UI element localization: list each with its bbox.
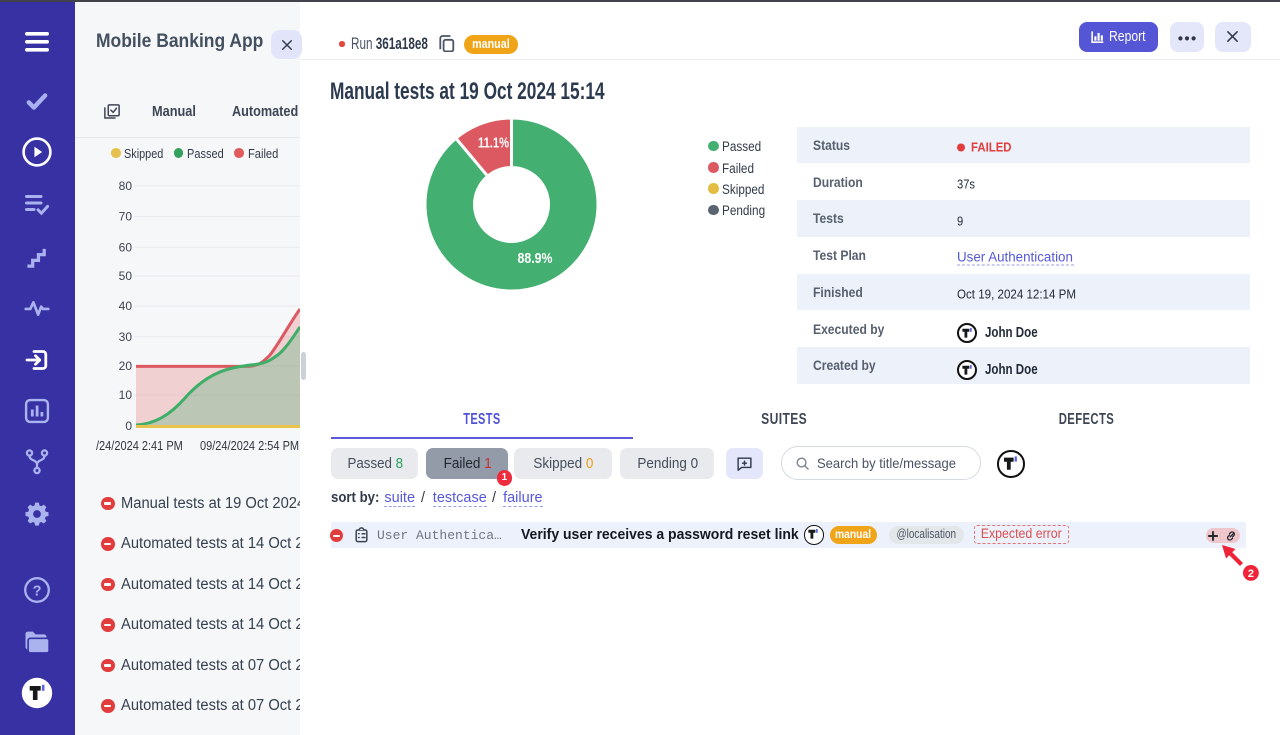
svg-text:88.9%: 88.9% bbox=[518, 250, 553, 267]
svg-text:80: 80 bbox=[119, 179, 133, 193]
svg-text:11.1%: 11.1% bbox=[478, 135, 509, 152]
svg-text:70: 70 bbox=[119, 210, 133, 224]
svg-text:2: 2 bbox=[1248, 568, 1254, 580]
svg-text:60: 60 bbox=[119, 240, 133, 254]
svg-text:10: 10 bbox=[119, 388, 133, 402]
svg-text:50: 50 bbox=[119, 269, 133, 283]
svg-text:?: ? bbox=[33, 584, 42, 600]
svg-text:0: 0 bbox=[125, 419, 132, 433]
svg-text:20: 20 bbox=[119, 359, 133, 373]
svg-text:40: 40 bbox=[119, 299, 133, 313]
svg-text:30: 30 bbox=[119, 330, 133, 344]
